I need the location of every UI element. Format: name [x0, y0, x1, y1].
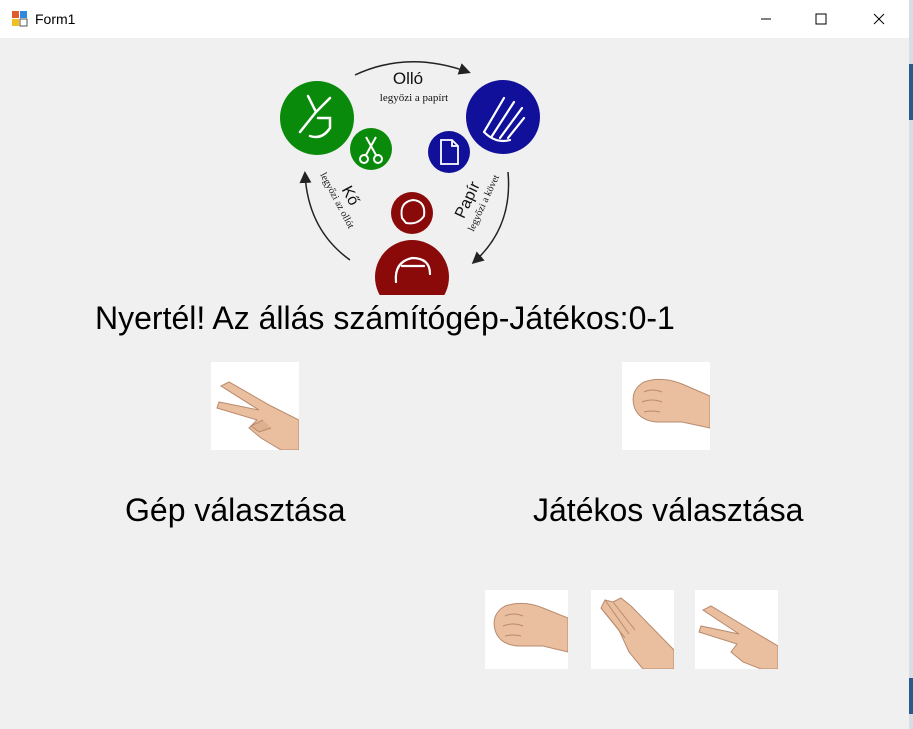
app-icon [12, 11, 28, 27]
rock-hand-icon [493, 602, 568, 653]
rock-hand-icon [632, 378, 710, 429]
rock-big-circle [375, 240, 449, 295]
close-button[interactable] [856, 0, 902, 38]
close-icon [873, 13, 885, 25]
scissors-small-circle [350, 128, 392, 170]
arrow-top-title: Olló [393, 69, 423, 88]
player-choice-label: Játékos választása [533, 492, 804, 528]
scissors-hand-icon [216, 381, 299, 450]
scissors-hand-icon [698, 605, 778, 669]
player-choice-picture [622, 362, 710, 450]
desktop-edge-mark [909, 678, 913, 714]
choice-paper-button[interactable] [591, 590, 674, 669]
desktop-edge-mark [909, 64, 913, 120]
rules-diagram: Olló legyőzi a papírt Papír legyőzi a kö… [278, 52, 544, 295]
minimize-button[interactable] [743, 0, 789, 38]
arrow-top-sub: legyőzi a papírt [380, 92, 448, 104]
computer-choice-picture [211, 362, 299, 450]
form-window: Form1 Olló legyőzi a papírt Papír legyőz… [0, 0, 910, 729]
paper-small-circle [428, 131, 470, 173]
title-bar[interactable]: Form1 [0, 0, 909, 38]
result-status-label: Nyertél! Az állás számítógép-Játékos:0-1 [95, 300, 675, 336]
minimize-icon [761, 18, 771, 20]
rock-small-circle [391, 192, 433, 234]
choice-rock-button[interactable] [485, 590, 568, 669]
maximize-button[interactable] [798, 0, 844, 38]
maximize-icon [815, 13, 827, 25]
choice-scissors-button[interactable] [695, 590, 778, 669]
paper-hand-icon [600, 597, 674, 669]
window-title: Form1 [35, 11, 76, 27]
computer-choice-label: Gép választása [125, 492, 346, 528]
